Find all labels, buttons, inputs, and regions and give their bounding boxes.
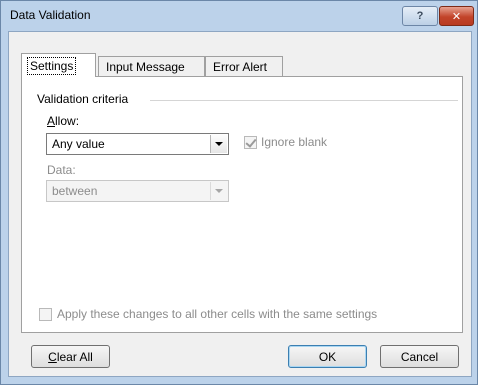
cancel-label: Cancel <box>400 349 439 364</box>
data-dropdown[interactable]: between <box>46 180 229 202</box>
ok-button[interactable]: OK <box>288 345 367 368</box>
tab-error-alert[interactable]: Error Alert <box>205 56 283 76</box>
validation-criteria-label: Validation criteria <box>37 92 135 106</box>
data-label: Data: <box>47 163 76 177</box>
allow-label-rest: llow: <box>55 114 80 128</box>
ignore-blank-checkbox[interactable] <box>244 136 257 149</box>
clear-all-label: Clear All <box>48 349 93 364</box>
chevron-down-icon[interactable] <box>210 182 227 200</box>
cancel-button[interactable]: Cancel <box>380 345 459 368</box>
help-icon: ? <box>416 10 424 22</box>
allow-dropdown[interactable]: Any value <box>46 133 229 155</box>
allow-mnemonic: A <box>47 114 56 128</box>
ignore-blank-label: Ignore blank <box>261 135 328 149</box>
tab-error-alert-label: Error Alert <box>213 59 268 74</box>
dialog-title: Data Validation <box>10 8 91 22</box>
title-bar[interactable]: Data Validation ? ✕ <box>1 1 477 31</box>
clear-all-button[interactable]: Clear All <box>31 345 110 368</box>
close-button[interactable]: ✕ <box>439 6 474 26</box>
tab-input-message[interactable]: Input Message <box>98 56 205 76</box>
chevron-down-icon[interactable] <box>210 135 227 153</box>
settings-panel <box>21 76 463 333</box>
allow-label: Allow: <box>47 114 79 128</box>
tab-input-message-label: Input Message <box>106 59 185 74</box>
allow-dropdown-value: Any value <box>52 137 105 151</box>
apply-all-label: Apply these changes to all other cells w… <box>57 307 378 321</box>
help-button[interactable]: ? <box>402 6 438 26</box>
section-divider <box>150 100 458 101</box>
ok-label: OK <box>318 349 337 364</box>
close-icon: ✕ <box>451 10 462 23</box>
data-dropdown-value: between <box>52 184 98 198</box>
apply-all-checkbox[interactable] <box>39 308 52 321</box>
tab-settings-label: Settings <box>26 56 77 75</box>
tab-settings[interactable]: Settings <box>21 53 96 77</box>
